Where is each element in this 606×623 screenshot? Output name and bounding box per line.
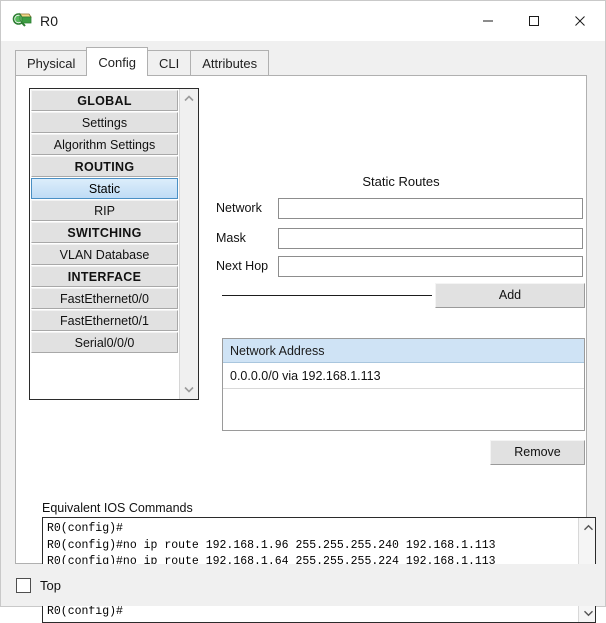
tab-bar: Physical Config CLI Attributes [1, 41, 605, 76]
router-device-icon [12, 11, 32, 31]
mask-field-row: Mask [216, 227, 583, 249]
config-content-panel: GLOBAL Settings Algorithm Settings ROUTI… [15, 75, 596, 623]
next-hop-input[interactable] [278, 255, 583, 277]
sidebar-item-settings[interactable]: Settings [31, 112, 178, 133]
add-route-button[interactable]: Add [435, 283, 585, 308]
tab-physical[interactable]: Physical [15, 50, 88, 76]
table-header-network-address: Network Address [223, 339, 584, 363]
minimize-button[interactable] [465, 2, 511, 40]
network-field-row: Network [216, 197, 583, 219]
next-hop-field-row: Next Hop [216, 255, 583, 277]
remove-route-button[interactable]: Remove [490, 440, 585, 465]
chevron-up-icon[interactable] [180, 90, 198, 107]
sidebar-header-interface: INTERFACE [31, 266, 178, 287]
sidebar-item-serial0-0-0[interactable]: Serial0/0/0 [31, 332, 178, 353]
static-routes-table: Network Address 0.0.0.0/0 via 192.168.1.… [222, 338, 585, 431]
chevron-up-icon[interactable] [579, 519, 595, 536]
mask-input[interactable] [278, 227, 583, 249]
network-label: Network [216, 201, 262, 215]
top-checkbox[interactable] [16, 577, 31, 593]
ios-commands-label: Equivalent IOS Commands [42, 501, 193, 515]
sidebar-item-rip[interactable]: RIP [31, 200, 178, 221]
sidebar-item-vlan-database[interactable]: VLAN Database [31, 244, 178, 265]
config-navigation-panel: GLOBAL Settings Algorithm Settings ROUTI… [29, 88, 199, 400]
top-label: Top [40, 577, 61, 593]
window-controls [465, 2, 603, 40]
sidebar-header-switching: SWITCHING [31, 222, 178, 243]
sidebar-item-static[interactable]: Static [31, 178, 178, 199]
network-input[interactable] [278, 197, 583, 219]
sidebar-header-routing: ROUTING [31, 156, 178, 177]
sidebar-item-fastethernet0-1[interactable]: FastEthernet0/1 [31, 310, 178, 331]
tab-cli[interactable]: CLI [147, 50, 192, 76]
maximize-button[interactable] [511, 2, 557, 40]
sidebar-scrollbar[interactable] [179, 89, 198, 399]
form-divider [222, 295, 432, 296]
next-hop-label: Next Hop [216, 259, 269, 273]
config-navigation-list: GLOBAL Settings Algorithm Settings ROUTI… [30, 89, 179, 399]
sidebar-item-algorithm-settings[interactable]: Algorithm Settings [31, 134, 178, 155]
title-bar: R0 [1, 1, 605, 41]
bottom-bar: Top [1, 564, 605, 606]
sidebar-item-fastethernet0-0[interactable]: FastEthernet0/0 [31, 288, 178, 309]
mask-label: Mask [216, 231, 246, 245]
window-title: R0 [40, 13, 59, 29]
table-row[interactable]: 0.0.0.0/0 via 192.168.1.113 [223, 363, 584, 389]
tab-attributes[interactable]: Attributes [190, 50, 270, 76]
device-config-window: R0 Physical Config CLI Attributes GLOBAL… [0, 0, 606, 623]
chevron-down-icon[interactable] [180, 381, 198, 398]
static-routes-heading: Static Routes [362, 174, 440, 189]
tab-config[interactable]: Config [86, 47, 148, 76]
sidebar-header-global: GLOBAL [31, 90, 178, 111]
close-button[interactable] [557, 2, 603, 40]
